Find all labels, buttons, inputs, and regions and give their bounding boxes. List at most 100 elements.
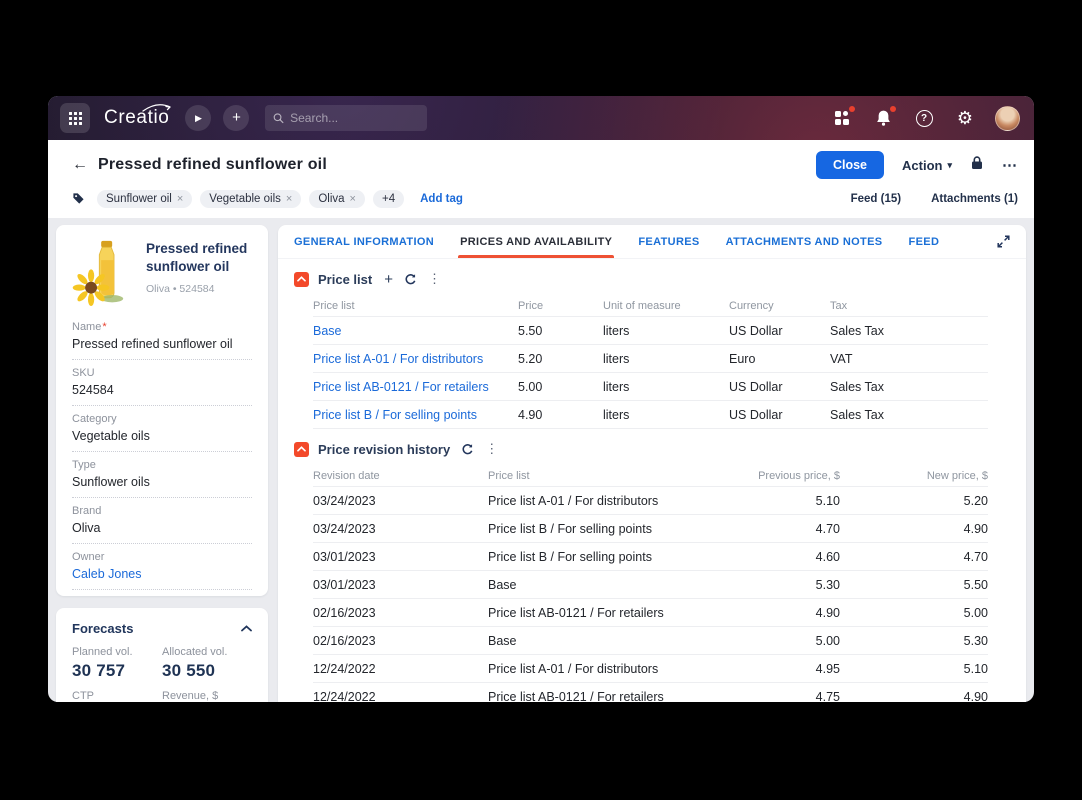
unit-cell: liters	[603, 324, 729, 338]
tag-pill[interactable]: Oliva×	[309, 190, 365, 208]
column-header[interactable]: Unit of measure	[603, 300, 729, 312]
price-list-link[interactable]: Price list AB-0121 / For retailers	[313, 380, 518, 394]
tab[interactable]: PRICES AND AVAILABILITY	[460, 225, 612, 258]
plus-icon: +	[232, 109, 241, 126]
table-row[interactable]: 12/24/2022 Price list AB-0121 / For reta…	[313, 683, 988, 702]
table-row[interactable]: 03/01/2023 Price list B / For selling po…	[313, 543, 988, 571]
new-price-cell: 5.20	[840, 494, 988, 508]
search-input[interactable]	[290, 111, 419, 125]
revision-date-cell: 12/24/2022	[313, 662, 488, 676]
access-rights-button[interactable]	[970, 155, 984, 175]
tag-pill[interactable]: Sunflower oil×	[97, 190, 192, 208]
table-row[interactable]: Price list B / For selling points 4.90 l…	[313, 401, 988, 429]
column-header[interactable]: New price, $	[840, 470, 988, 482]
field-value[interactable]: Oliva	[72, 517, 252, 544]
close-button[interactable]: Close	[816, 151, 884, 179]
column-header[interactable]: Currency	[729, 300, 830, 312]
run-process-button[interactable]: ▶	[185, 105, 211, 131]
table-row[interactable]: 03/24/2023 Price list B / For selling po…	[313, 515, 988, 543]
help-button[interactable]: ?	[913, 107, 935, 129]
table-row[interactable]: Price list AB-0121 / For retailers 5.00 …	[313, 373, 988, 401]
refresh-button[interactable]	[404, 273, 417, 286]
expand-button[interactable]	[997, 235, 1010, 248]
play-icon: ▶	[195, 113, 202, 124]
field-value[interactable]: Vegetable oils	[72, 425, 252, 452]
product-image	[72, 240, 134, 306]
field-value[interactable]: 524584	[72, 379, 252, 406]
forecast-metric: Allocated vol. 30 550	[162, 646, 252, 681]
tag-remove-icon[interactable]: ×	[350, 193, 356, 205]
attachments-link[interactable]: Attachments (1)	[931, 193, 1018, 205]
price-list-cell: Price list AB-0121 / For retailers	[488, 606, 733, 620]
section-menu-button[interactable]: ⋮	[485, 441, 498, 457]
metric-value: 30 550	[162, 661, 252, 681]
user-avatar[interactable]	[995, 106, 1020, 131]
table-row[interactable]: 12/24/2022 Price list A-01 / For distrib…	[313, 655, 988, 683]
currency-cell: US Dollar	[729, 408, 830, 422]
forecast-metric: Planned vol. 30 757	[72, 646, 162, 681]
refresh-icon	[404, 273, 417, 286]
column-header[interactable]: Price list	[313, 300, 518, 312]
table-row[interactable]: Price list A-01 / For distributors 5.20 …	[313, 345, 988, 373]
tab[interactable]: ATTACHMENTS AND NOTES	[726, 225, 883, 258]
tab[interactable]: GENERAL INFORMATION	[294, 225, 434, 258]
search-icon	[273, 112, 284, 124]
previous-price-cell: 5.00	[733, 634, 840, 648]
currency-cell: US Dollar	[729, 324, 830, 338]
field-value[interactable]: Caleb Jones	[72, 563, 252, 590]
field-label: Type*	[72, 459, 252, 471]
tag-remove-icon[interactable]: ×	[177, 193, 183, 205]
price-list-link[interactable]: Price list A-01 / For distributors	[313, 352, 518, 366]
table-row[interactable]: 02/16/2023 Price list AB-0121 / For reta…	[313, 599, 988, 627]
unit-cell: liters	[603, 380, 729, 394]
more-tags-pill[interactable]: +4	[373, 190, 404, 208]
more-options-button[interactable]: ⋯	[1002, 156, 1018, 174]
field-value[interactable]: Pressed refined sunflower oil	[72, 333, 252, 360]
previous-price-cell: 4.70	[733, 522, 840, 536]
quick-add-button[interactable]: +	[223, 105, 249, 131]
new-price-cell: 5.10	[840, 662, 988, 676]
add-record-button[interactable]: +	[384, 272, 393, 287]
section-menu-button[interactable]: ⋮	[428, 271, 441, 287]
price-list-link[interactable]: Base	[313, 324, 518, 338]
forecast-metrics: Planned vol. 30 757 Allocated vol. 30 55…	[72, 646, 252, 702]
section-title: Price revision history	[318, 442, 450, 457]
table-row[interactable]: Base 5.50 liters US Dollar Sales Tax	[313, 317, 988, 345]
notifications-button[interactable]	[872, 107, 894, 129]
add-tag-button[interactable]: Add tag	[420, 193, 463, 205]
settings-button[interactable]: ⚙	[954, 107, 976, 129]
global-search[interactable]	[265, 105, 427, 131]
table-row[interactable]: 02/16/2023 Base 5.00 5.30	[313, 627, 988, 655]
column-header[interactable]: Price list	[488, 470, 733, 482]
field-value[interactable]: Sunflower oils	[72, 471, 252, 498]
processes-button[interactable]	[831, 107, 853, 129]
action-label: Action	[902, 158, 942, 173]
column-header[interactable]: Tax	[830, 300, 988, 312]
column-header[interactable]: Previous price, $	[733, 470, 840, 482]
tab[interactable]: FEATURES	[638, 225, 699, 258]
section-collapse-button[interactable]	[294, 272, 309, 287]
revision-date-cell: 03/01/2023	[313, 550, 488, 564]
back-button[interactable]: ←	[72, 156, 88, 174]
column-header[interactable]: Price	[518, 300, 603, 312]
refresh-button[interactable]	[461, 443, 474, 456]
app-grid-button[interactable]	[60, 103, 90, 133]
product-field: Owner* Caleb Jones	[72, 544, 252, 590]
table-row[interactable]: 03/24/2023 Price list A-01 / For distrib…	[313, 487, 988, 515]
table-row[interactable]: 03/01/2023 Base 5.30 5.50	[313, 571, 988, 599]
product-field: Brand* Oliva	[72, 498, 252, 544]
action-dropdown[interactable]: Action ▾	[902, 158, 952, 173]
collapse-button[interactable]	[241, 625, 252, 632]
price-list-table: Price list Price Unit of measure Currenc…	[313, 295, 988, 429]
creatio-logo: Creatio	[104, 107, 169, 129]
price-revision-section: Price revision history ⋮ Revision date P…	[278, 441, 1026, 702]
tab[interactable]: FEED	[909, 225, 940, 258]
feed-link[interactable]: Feed (15)	[851, 193, 902, 205]
tag-remove-icon[interactable]: ×	[286, 193, 292, 205]
metric-label: Planned vol.	[72, 646, 162, 658]
tag-pill[interactable]: Vegetable oils×	[200, 190, 301, 208]
section-collapse-button[interactable]	[294, 442, 309, 457]
tag-list: Sunflower oil× Vegetable oils× Oliva×	[97, 189, 373, 208]
price-list-link[interactable]: Price list B / For selling points	[313, 408, 518, 422]
column-header[interactable]: Revision date	[313, 470, 488, 482]
